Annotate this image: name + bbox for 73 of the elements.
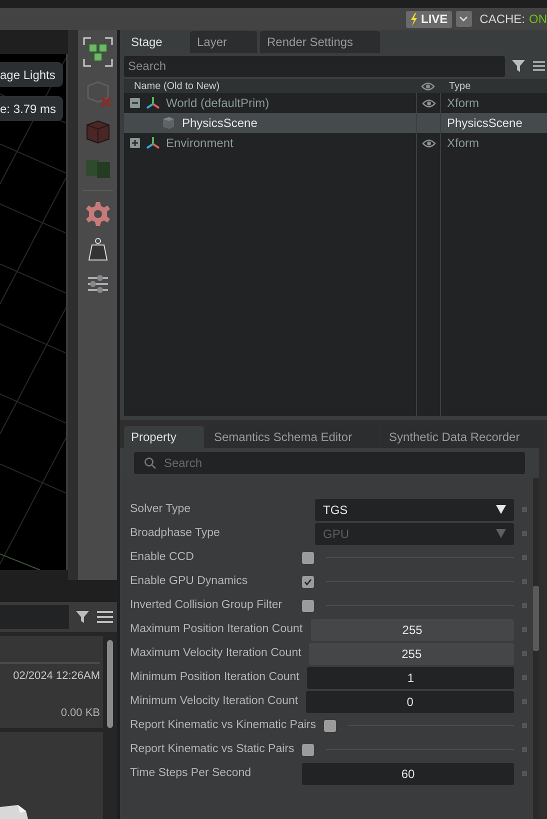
eye-icon[interactable]: [421, 82, 435, 90]
property-label: Minimum Velocity Iteration Count: [130, 694, 298, 709]
filter-icon[interactable]: [511, 58, 527, 74]
property-label: Enable CCD: [130, 550, 195, 565]
filter-icon[interactable]: [75, 609, 91, 625]
property-label: Maximum Position Iteration Count: [130, 622, 303, 637]
file-card[interactable]: [0, 732, 103, 819]
checkbox[interactable]: [302, 744, 314, 756]
prim-name: World (defaultPrim): [166, 95, 270, 112]
cache-label: CACHE:: [480, 11, 525, 28]
lightning-icon: [410, 12, 418, 26]
file-size: 0.00 KB: [60, 706, 100, 720]
eye-icon[interactable]: [422, 138, 436, 148]
property-label: Time Steps Per Second: [130, 766, 252, 781]
checkbox[interactable]: [302, 600, 314, 612]
property-label: Solver Type: [130, 502, 192, 517]
property-label: Broadphase Type: [130, 526, 221, 541]
search-field[interactable]: Search: [124, 56, 505, 76]
caret-icon: [496, 505, 506, 514]
cube-icon: [160, 115, 176, 131]
render-time-badge: e: 3.79 ms: [0, 96, 64, 121]
dropdown-button[interactable]: [456, 11, 472, 27]
column-header[interactable]: Name (Old to New): [124, 78, 416, 94]
search-field[interactable]: [0, 605, 69, 629]
property-label: Report Kinematic vs Kinematic Pairs: [130, 718, 316, 733]
select-cubes-icon[interactable]: [82, 36, 114, 68]
caret-icon: [496, 529, 506, 538]
scrollbar[interactable]: [533, 478, 539, 819]
property-label: Maximum Velocity Iteration Count: [130, 646, 302, 661]
property-label: Report Kinematic vs Static Pairs: [130, 742, 294, 757]
live-button[interactable]: LIVE: [406, 10, 452, 28]
cache-status: ON: [529, 11, 547, 28]
dropdown[interactable]: TGS: [315, 498, 514, 520]
column-header[interactable]: Type: [440, 78, 471, 94]
search-field[interactable]: Search: [134, 452, 525, 474]
weight-icon[interactable]: [86, 237, 108, 263]
eye-icon[interactable]: [422, 98, 436, 108]
property-label: Enable GPU Dynamics: [130, 574, 249, 589]
prim-name: Environment: [166, 135, 234, 152]
checkbox[interactable]: [302, 576, 314, 588]
property-label: Inverted Collision Group Filter: [130, 598, 284, 613]
prim-type: Xform: [447, 135, 480, 152]
panel-tab[interactable]: Layer: [190, 31, 257, 53]
number-field[interactable]: 255: [310, 618, 514, 640]
menu-icon[interactable]: [533, 60, 545, 72]
number-field[interactable]: 60: [302, 762, 514, 784]
panel-tab[interactable]: Render Settings: [260, 31, 380, 53]
number-field[interactable]: 1: [307, 666, 514, 688]
prim-type: PhysicsScene: [447, 115, 522, 132]
menu-icon[interactable]: [97, 610, 113, 624]
number-field[interactable]: 0: [306, 690, 514, 712]
tree-row[interactable]: PhysicsScene PhysicsScene: [124, 113, 547, 133]
prim-name: PhysicsScene: [182, 115, 258, 132]
tree-row[interactable]: Environment Xform: [124, 133, 547, 153]
checkbox[interactable]: [302, 552, 314, 564]
checkbox[interactable]: [324, 720, 336, 732]
settings-icon[interactable]: [84, 201, 110, 227]
expand-icon[interactable]: [130, 138, 140, 148]
search-icon: [144, 457, 156, 469]
lights-button[interactable]: age Lights: [0, 62, 64, 87]
cube-icon[interactable]: [84, 118, 112, 146]
xform-axes-icon: [146, 136, 160, 150]
property-label: Minimum Position Iteration Count: [130, 670, 300, 685]
splitter-handle[interactable]: [68, 30, 78, 580]
collapse-icon[interactable]: [130, 98, 140, 108]
file-date: 02/2024 12:26AM: [13, 669, 100, 684]
prim-type: Xform: [447, 95, 480, 112]
viewport[interactable]: age Lights e: 3.79 ms: [0, 54, 68, 570]
number-field[interactable]: 255: [309, 642, 514, 664]
file-card[interactable]: 02/2024 12:26AM 0.00 KB: [0, 636, 103, 728]
chevron-down-icon: [459, 16, 468, 22]
panel-tab[interactable]: Property: [124, 426, 204, 448]
xform-axes-icon: [146, 96, 160, 110]
